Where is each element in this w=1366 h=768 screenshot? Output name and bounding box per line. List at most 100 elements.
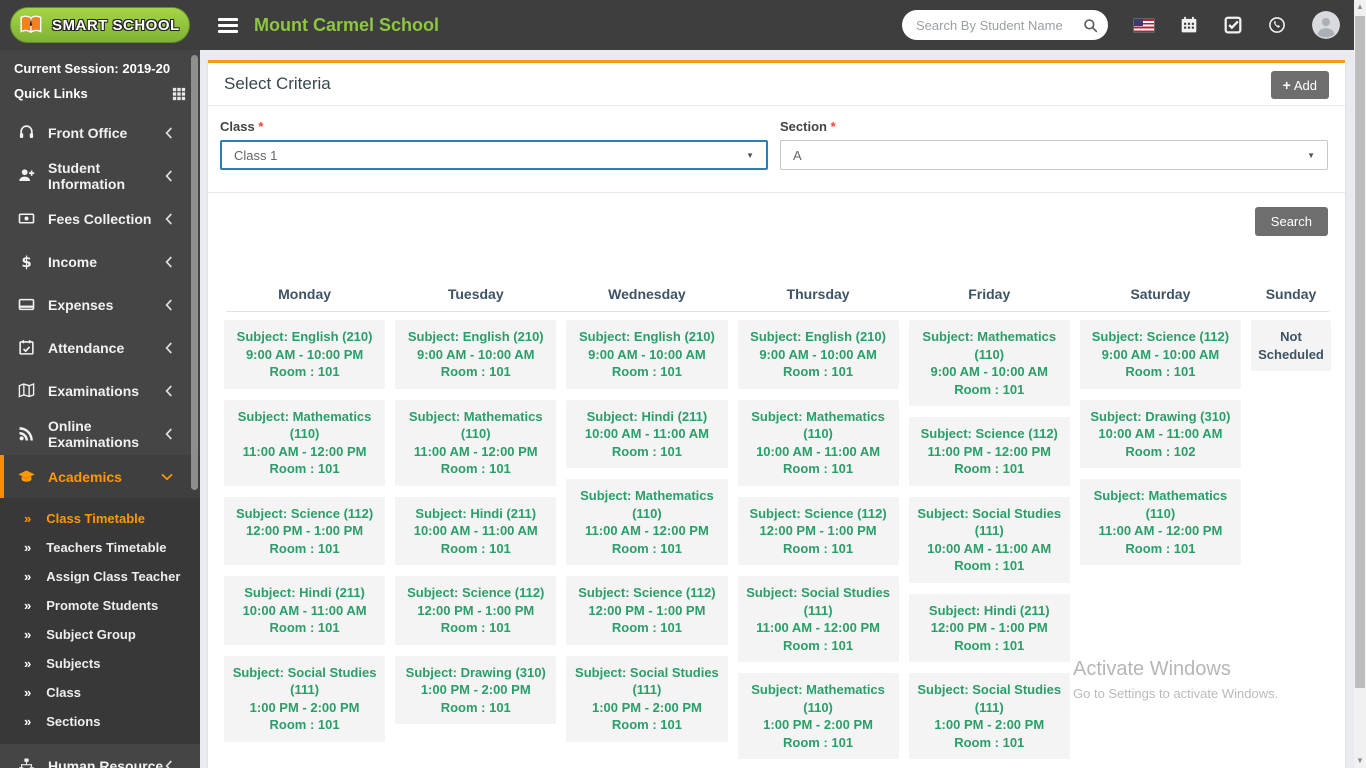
timetable-cell[interactable]: Subject: Hindi (211) 10:00 AM - 11:00 AM R… — [224, 576, 386, 645]
section-select-value: A — [793, 147, 802, 163]
chevron-left-icon — [165, 341, 173, 354]
svg-text:$: $ — [21, 253, 31, 270]
sidebar-item-online-examinations[interactable]: Online Examinations — [0, 412, 200, 455]
submenu-item-subject-group[interactable]: » Subject Group — [0, 620, 200, 649]
sidebar-item-academics[interactable]: Academics — [0, 455, 200, 498]
scroll-up-arrow[interactable]: ▲ — [1354, 0, 1366, 14]
whatsapp-icon[interactable] — [1268, 16, 1286, 34]
cell-subject: Subject: Mathematics (110) — [751, 682, 885, 715]
cell-room: Room : 101 — [783, 734, 854, 750]
timetable-cell[interactable]: Subject: Mathematics (110) 11:00 AM - 12:… — [566, 479, 728, 565]
cell-room: Room : 101 — [440, 540, 511, 556]
user-avatar[interactable] — [1312, 11, 1340, 39]
timetable-cell[interactable]: Subject: English (210) 9:00 AM - 10:00 AM… — [737, 320, 899, 389]
timetable-cell[interactable]: Subject: Science (112) 9:00 AM - 10:00 AM… — [1079, 320, 1241, 389]
cell-subject: Subject: Mathematics (110) — [751, 408, 885, 442]
cell-room: Room : 101 — [611, 540, 682, 556]
cell-room: Room : 101 — [440, 364, 511, 379]
cell-room: Room : 101 — [440, 699, 511, 715]
timetable-cell[interactable]: Subject: Social Studies (111) 10:00 AM - … — [908, 496, 1070, 583]
page-scrollbar[interactable]: ▲ ▼ — [1354, 0, 1366, 768]
timetable-cell[interactable]: Subject: Social Studies (111) 11:00 AM - … — [737, 576, 899, 662]
timetable-cell[interactable]: Subject: Mathematics (110) 11:00 AM - 12:… — [224, 399, 386, 486]
chevron-left-icon — [165, 298, 173, 311]
sidebar-item-student-information[interactable]: Student Information — [0, 154, 200, 197]
timetable-cell[interactable]: Subject: Mathematics (110) 10:00 AM - 11:… — [737, 399, 899, 486]
submenu-item-assign-class-teacher[interactable]: » Assign Class Teacher — [0, 562, 200, 591]
double-chevron-icon: » — [24, 627, 32, 642]
cell-subject: Subject: Science (112) — [1091, 329, 1230, 344]
cell-subject: Subject: Social Studies (111) — [232, 664, 377, 698]
timetable-cell[interactable]: Subject: Mathematics (110) 11:00 AM - 12:… — [1079, 479, 1241, 565]
timetable-cell[interactable]: Subject: Science (112) 12:00 PM - 1:00 PM… — [737, 496, 899, 565]
main-area: Select Criteria + Add Class * Class 1 ▼ S… — [200, 50, 1354, 768]
section-select[interactable]: A ▼ — [780, 140, 1328, 170]
submenu-item-promote-students[interactable]: » Promote Students — [0, 591, 200, 620]
timetable-cell[interactable]: Subject: Science (112) 12:00 PM - 1:00 PM… — [566, 576, 728, 645]
sidebar-item-expenses[interactable]: Expenses — [0, 283, 200, 326]
scrollbar-thumb[interactable] — [1355, 16, 1365, 688]
quick-links[interactable]: Quick Links — [0, 80, 200, 111]
search-icon[interactable] — [1083, 18, 1098, 33]
sidebar-item-examinations[interactable]: Examinations — [0, 369, 200, 412]
class-select[interactable]: Class 1 ▼ — [220, 140, 768, 170]
timetable-column-wednesday: Subject: English (210) 9:00 AM - 10:00 AM… — [566, 320, 728, 768]
timetable-cell[interactable]: Subject: Social Studies (111) 1:00 PM - 2… — [908, 673, 1070, 759]
sidebar-item-human-resource[interactable]: Human Resource — [0, 744, 200, 768]
timetable-cell[interactable]: Subject: Mathematics (110) 9:00 AM - 10:0… — [908, 320, 1070, 406]
submenu-item-label: Sections — [46, 714, 101, 729]
timetable-cell[interactable]: Subject: Mathematics (110) 11:00 AM - 12:… — [395, 399, 557, 486]
cell-subject: Subject: Science (112) — [749, 505, 887, 521]
logo-text: SMART SCHOOL — [52, 16, 180, 34]
academics-submenu: » Class Timetable » Teachers Timetable » Assi… — [0, 498, 200, 744]
cell-room: Room : 101 — [269, 364, 340, 379]
search-button[interactable]: Search — [1254, 207, 1328, 236]
cell-subject: Subject: Drawing (310) — [405, 664, 546, 680]
not-scheduled-cell: Not Scheduled — [1251, 320, 1331, 371]
timetable-cell[interactable]: Subject: Drawing (310) 10:00 AM - 11:00 A… — [1079, 399, 1241, 468]
submenu-item-label: Teachers Timetable — [46, 540, 167, 555]
cell-room: Room : 101 — [783, 364, 854, 379]
submenu-item-class-timetable[interactable]: » Class Timetable — [0, 504, 200, 533]
timetable-cell[interactable]: Subject: Drawing (310) 1:00 PM - 2:00 PM R… — [395, 655, 557, 724]
chevron-left-icon — [165, 384, 173, 397]
search-input[interactable] — [916, 17, 1083, 33]
timetable-cell[interactable]: Subject: Hindi (211) 12:00 PM - 1:00 PM Ro… — [908, 593, 1070, 662]
scroll-down-arrow[interactable]: ▼ — [1354, 754, 1366, 768]
sidebar-item-fees-collection[interactable]: Fees Collection — [0, 197, 200, 240]
cell-time: 10:00 AM - 11:00 AM — [413, 523, 538, 538]
book-logo-icon — [19, 14, 45, 36]
timetable-cell[interactable]: Subject: Social Studies (111) 1:00 PM - 2… — [566, 655, 728, 742]
submenu-item-subjects[interactable]: » Subjects — [0, 649, 200, 678]
cell-subject: Subject: Mathematics (110) — [1093, 488, 1228, 521]
timetable-cell[interactable]: Subject: Hindi (211) 10:00 AM - 11:00 AM R… — [566, 399, 728, 468]
sidebar-item-label: Attendance — [48, 339, 125, 356]
sidebar-item-label: Student Information — [48, 159, 125, 192]
language-flag-icon[interactable] — [1134, 18, 1154, 32]
sidebar-item-attendance[interactable]: Attendance — [0, 326, 200, 369]
required-asterisk: * — [258, 119, 264, 134]
sidebar-item-income[interactable]: $ Income — [0, 240, 200, 283]
cell-room: Room : 101 — [954, 734, 1025, 750]
timetable-cell[interactable]: Subject: Mathematics (110) 1:00 PM - 2:00… — [737, 673, 899, 759]
submenu-item-class[interactable]: » Class — [0, 678, 200, 707]
tasks-icon[interactable] — [1224, 16, 1242, 34]
sidebar-scrollbar[interactable] — [191, 55, 198, 490]
submenu-item-sections[interactable]: » Sections — [0, 707, 200, 736]
timetable-cell[interactable]: Subject: Science (112) 11:00 PM - 12:00 P… — [908, 417, 1070, 486]
cell-room: Room : 101 — [954, 558, 1025, 573]
timetable-cell[interactable]: Subject: Science (112) 12:00 PM - 1:00 PM… — [395, 576, 557, 645]
cell-room: Room : 102 — [1125, 443, 1196, 459]
sidebar-item-front-office[interactable]: Front Office — [0, 111, 200, 154]
calendar-icon[interactable] — [1180, 16, 1198, 34]
add-button[interactable]: + Add — [1270, 71, 1329, 99]
app-logo[interactable]: SMART SCHOOL — [10, 7, 190, 43]
timetable-cell[interactable]: Subject: Social Studies (111) 1:00 PM - 2… — [224, 655, 386, 742]
timetable-cell[interactable]: Subject: Hindi (211) 10:00 AM - 11:00 AM R… — [395, 496, 557, 565]
hamburger-menu-icon[interactable] — [218, 15, 238, 36]
timetable-cell[interactable]: Subject: English (210) 9:00 AM - 10:00 AM… — [395, 320, 557, 389]
timetable-cell[interactable]: Subject: English (210) 9:00 AM - 10:00 AM… — [566, 320, 728, 389]
timetable-cell[interactable]: Subject: English (210) 9:00 AM - 10:00 PM… — [224, 320, 386, 389]
submenu-item-teachers-timetable[interactable]: » Teachers Timetable — [0, 533, 200, 562]
timetable-cell[interactable]: Subject: Science (112) 12:00 PM - 1:00 PM… — [224, 496, 386, 565]
